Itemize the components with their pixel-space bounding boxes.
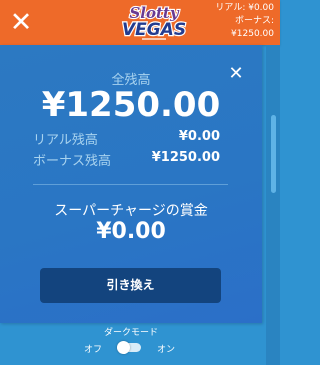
top-bar: ✕ Slotty VEGAS リアル: ¥0.00 ボーナス: ¥1250.00 [0,0,280,45]
total-balance-amount: ¥1250.00 [41,85,221,125]
dark-mode-title: ダークモード [103,328,158,338]
logo-vegas-text: VEGAS [122,20,186,40]
real-balance-label: リアル残高 [33,133,98,148]
redeem-button[interactable]: 引き換え [40,268,221,303]
real-balance-value: ¥0.00 [178,129,220,144]
supercharge-amount: ¥0.00 [96,219,166,244]
header-bonus-label: ボーナス: [234,16,274,26]
toggle-knob [117,341,130,354]
slotty-vegas-logo[interactable]: Slotty VEGAS [98,1,210,43]
bonus-balance-label: ボーナス残高 [33,154,112,169]
dark-mode-off-label: オフ [84,345,103,355]
header-real-balance: リアル: ¥0.00 [215,3,274,13]
dark-mode-toggle[interactable] [117,341,141,354]
divider [33,184,228,185]
header-bonus-value: ¥1250.00 [231,29,274,39]
header-balance-summary: リアル: ¥0.00 ボーナス: ¥1250.00 [215,2,274,41]
bonus-balance-value: ¥1250.00 [151,150,220,165]
balance-panel: ✕ 全残高 ¥1250.00 リアル残高 ¥0.00 ボーナス残高 ¥1250.… [0,45,262,323]
scroll-thumb[interactable] [271,115,276,193]
dark-mode-on-label: オン [157,345,176,355]
close-icon[interactable]: ✕ [0,0,42,45]
scrollbar[interactable] [266,45,280,365]
